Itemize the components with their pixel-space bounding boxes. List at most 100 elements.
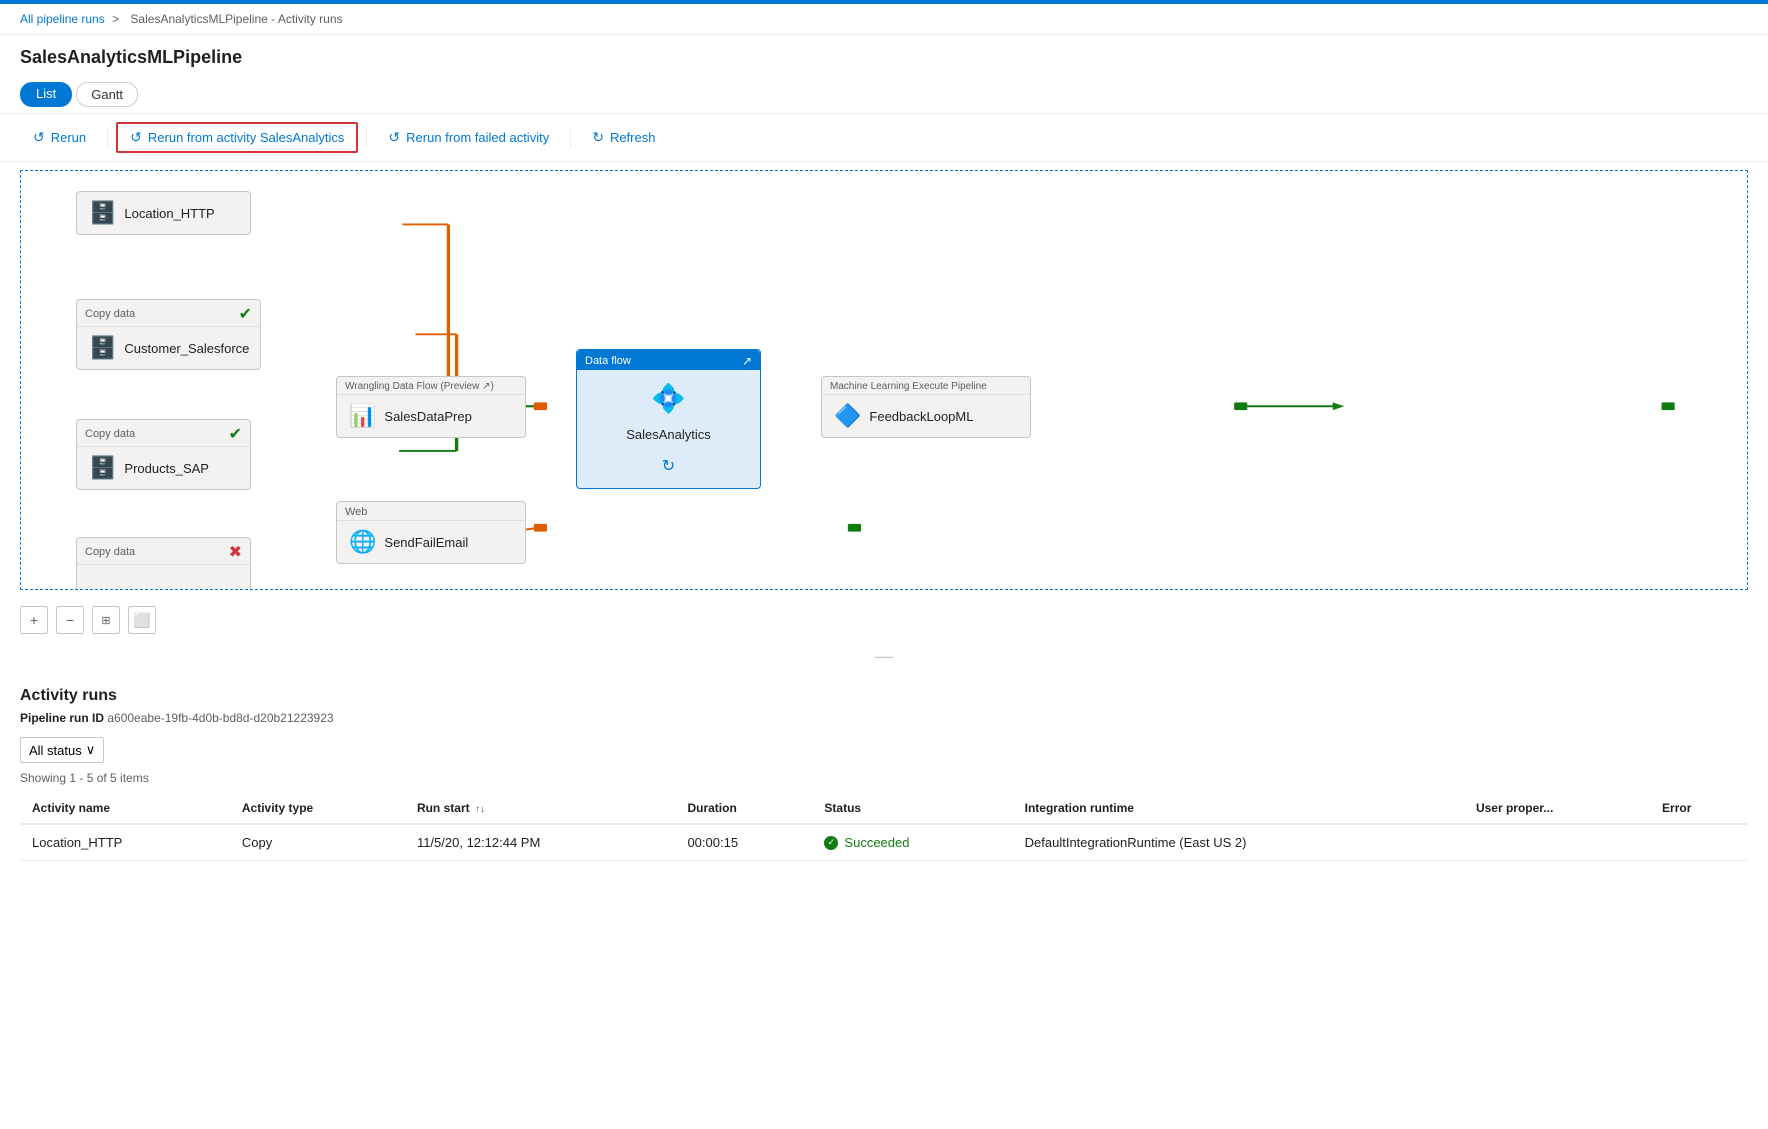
refresh-label: Refresh (610, 130, 656, 145)
table-header: Activity name Activity type Run start ↑↓… (20, 793, 1748, 824)
toolbar-divider-2 (366, 128, 367, 148)
sales-analytics-icon: 💠 (651, 382, 686, 415)
send-fail-email-label: SendFailEmail (384, 535, 468, 550)
node-copy-data-error-header: Copy data ✖ (77, 538, 250, 565)
run-start-sort-icon: ↑↓ (475, 804, 485, 815)
sales-data-prep-icon: 📊 (349, 403, 376, 429)
node-send-fail-email[interactable]: Web 🌐 SendFailEmail (336, 501, 526, 564)
resize-handle[interactable]: — (0, 642, 1768, 671)
customer-salesforce-icon: 🗄️ (89, 335, 116, 361)
pipeline-canvas: 🗄️ Location_HTTP Copy data ✔ 🗄️ Customer… (20, 170, 1748, 590)
cell-user-properties (1464, 824, 1650, 861)
col-activity-name: Activity name (20, 793, 230, 824)
node-sales-analytics-header: Data flow ↗ (577, 350, 760, 370)
rerun-from-failed-icon: ↺ (388, 129, 400, 146)
cell-status: ✓ Succeeded (812, 824, 1012, 861)
cell-error (1650, 824, 1748, 861)
node-feedback-loop-ml[interactable]: Machine Learning Execute Pipeline 🔷 Feed… (821, 376, 1031, 438)
status-success-icon: ✓ (824, 836, 838, 850)
node-copy-data-error[interactable]: Copy data ✖ (76, 537, 251, 590)
node-sales-data-prep[interactable]: Wrangling Data Flow (Preview ↗) 📊 SalesD… (336, 376, 526, 438)
rerun-label: Rerun (51, 130, 86, 145)
col-user-properties: User proper... (1464, 793, 1650, 824)
node-location-http-body: 🗄️ Location_HTTP (77, 192, 250, 234)
rerun-icon: ↺ (33, 129, 45, 146)
location-http-icon: 🗄️ (89, 200, 116, 226)
rerun-from-failed-label: Rerun from failed activity (406, 130, 549, 145)
toolbar-divider-1 (107, 128, 108, 148)
pipeline-run-id: Pipeline run ID a600eabe-19fb-4d0b-bd8d-… (20, 711, 1748, 725)
zoom-out-button[interactable]: − (56, 606, 84, 634)
col-duration: Duration (675, 793, 812, 824)
tab-gantt[interactable]: Gantt (76, 82, 138, 107)
item-count: Showing 1 - 5 of 5 items (20, 771, 1748, 785)
node-sales-data-prep-header: Wrangling Data Flow (Preview ↗) (337, 377, 525, 395)
location-http-label: Location_HTTP (124, 206, 214, 221)
page-title: SalesAnalyticsMLPipeline (0, 35, 1768, 76)
rerun-from-failed-button[interactable]: ↺ Rerun from failed activity (375, 123, 562, 152)
breadcrumb-current: SalesAnalyticsMLPipeline - Activity runs (130, 12, 342, 26)
canvas-controls: + − ⊞ ⬜ (0, 598, 1768, 642)
activity-runs-section: Activity runs Pipeline run ID a600eabe-1… (0, 671, 1768, 861)
toolbar: ↺ Rerun ↺ Rerun from activity SalesAnaly… (0, 114, 1768, 162)
node-sales-data-prep-body: 📊 SalesDataPrep (337, 395, 525, 437)
activity-runs-table: Activity name Activity type Run start ↑↓… (20, 793, 1748, 861)
cell-activity-name: Location_HTTP (20, 824, 230, 861)
all-status-filter[interactable]: All status ∨ (20, 737, 104, 763)
cell-integration-runtime: DefaultIntegrationRuntime (East US 2) (1013, 824, 1464, 861)
node-products-sap[interactable]: Copy data ✔ 🗄️ Products_SAP (76, 419, 251, 490)
zoom-in-button[interactable]: + (20, 606, 48, 634)
cell-activity-type: Copy (230, 824, 405, 861)
sales-analytics-refresh-icon: ↻ (662, 456, 675, 476)
node-products-sap-body: 🗄️ Products_SAP (77, 447, 250, 489)
cell-run-start: 11/5/20, 12:12:44 PM (405, 824, 676, 861)
toolbar-divider-3 (570, 128, 571, 148)
node-feedback-loop-ml-body: 🔷 FeedbackLoopML (822, 395, 1030, 437)
products-sap-label: Products_SAP (124, 461, 209, 476)
rerun-from-activity-label: Rerun from activity SalesAnalytics (148, 130, 345, 145)
fullscreen-button[interactable]: ⬜ (128, 606, 156, 634)
breadcrumb-link[interactable]: All pipeline runs (20, 12, 105, 26)
products-sap-icon: 🗄️ (89, 455, 116, 481)
rerun-from-activity-button[interactable]: ↺ Rerun from activity SalesAnalytics (116, 122, 358, 153)
col-integration-runtime: Integration runtime (1013, 793, 1464, 824)
status-succeeded: ✓ Succeeded (824, 835, 1000, 850)
col-run-start[interactable]: Run start ↑↓ (405, 793, 676, 824)
filter-chevron-icon: ∨ (86, 742, 96, 758)
node-feedback-loop-ml-header: Machine Learning Execute Pipeline (822, 377, 1030, 395)
tabs-row: List Gantt (0, 76, 1768, 114)
refresh-button[interactable]: ↻ Refresh (579, 123, 668, 152)
table-row[interactable]: Location_HTTP Copy 11/5/20, 12:12:44 PM … (20, 824, 1748, 861)
col-activity-type: Activity type (230, 793, 405, 824)
sales-analytics-label: SalesAnalytics (626, 427, 711, 442)
node-send-fail-email-body: 🌐 SendFailEmail (337, 521, 525, 563)
col-status: Status (812, 793, 1012, 824)
pipeline-run-id-label: Pipeline run ID (20, 711, 104, 725)
rerun-button[interactable]: ↺ Rerun (20, 123, 99, 152)
pipeline-run-id-value: a600eabe-19fb-4d0b-bd8d-d20b21223923 (107, 711, 333, 725)
node-customer-salesforce[interactable]: Copy data ✔ 🗄️ Customer_Salesforce (76, 299, 261, 370)
breadcrumb-separator: > (112, 12, 119, 26)
tab-list[interactable]: List (20, 82, 72, 107)
send-fail-email-icon: 🌐 (349, 529, 376, 555)
node-send-fail-email-header: Web (337, 502, 525, 521)
col-error: Error (1650, 793, 1748, 824)
node-sales-analytics-body: 💠 SalesAnalytics ↻ (577, 370, 760, 488)
rerun-from-activity-icon: ↺ (130, 129, 142, 146)
node-sales-analytics[interactable]: Data flow ↗ 💠 SalesAnalytics ↻ (576, 349, 761, 489)
node-customer-salesforce-body: 🗄️ Customer_Salesforce (77, 327, 260, 369)
all-status-label: All status (29, 743, 82, 758)
breadcrumb: All pipeline runs > SalesAnalyticsMLPipe… (0, 4, 1768, 35)
sales-data-prep-label: SalesDataPrep (384, 409, 471, 424)
node-products-sap-header: Copy data ✔ (77, 420, 250, 447)
fit-to-screen-button[interactable]: ⊞ (92, 606, 120, 634)
activity-runs-title: Activity runs (20, 687, 1748, 705)
feedback-loop-ml-icon: 🔷 (834, 403, 861, 429)
node-customer-salesforce-header: Copy data ✔ (77, 300, 260, 327)
table-body: Location_HTTP Copy 11/5/20, 12:12:44 PM … (20, 824, 1748, 861)
cell-duration: 00:00:15 (675, 824, 812, 861)
filter-row: All status ∨ (20, 737, 1748, 763)
node-location-http[interactable]: 🗄️ Location_HTTP (76, 191, 251, 235)
node-copy-data-error-body (77, 565, 250, 590)
feedback-loop-ml-label: FeedbackLoopML (869, 409, 973, 424)
